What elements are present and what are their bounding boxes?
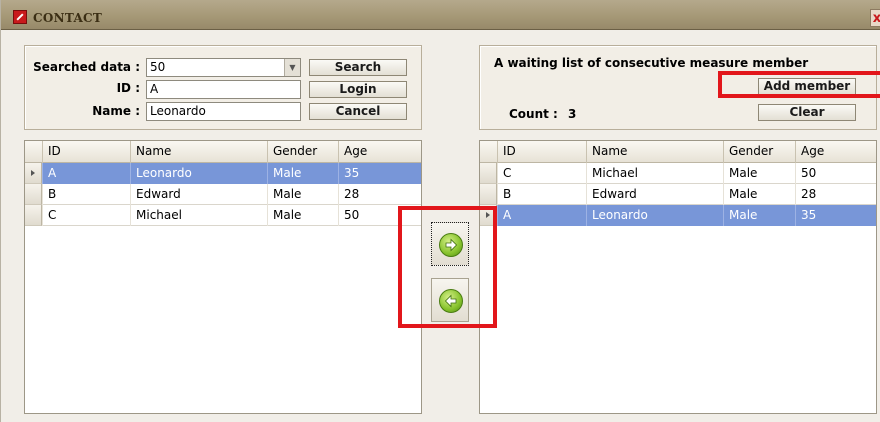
search-panel: Searched data : 50 ▼ ID : A Name : Leona… (24, 45, 422, 130)
grid-header: ID Name Gender Age (25, 141, 421, 163)
cell-gender: Male (723, 163, 795, 184)
cell-gender: Male (723, 205, 795, 226)
search-button[interactable]: Search (309, 59, 407, 76)
cell-name: Leonardo (586, 205, 723, 226)
login-button[interactable]: Login (309, 81, 407, 98)
title-bar[interactable]: CONTACT x (1, 0, 880, 30)
table-row[interactable]: A Leonardo Male 35 (480, 205, 876, 226)
cell-name: Edward (130, 184, 267, 205)
contact-window: CONTACT x Searched data : 50 ▼ ID : A Na… (0, 0, 880, 422)
column-header-id[interactable]: ID (42, 141, 130, 163)
highlight-transfer-buttons (398, 206, 497, 328)
waiting-list-grid[interactable]: ID Name Gender Age C Michael Male 50 B E… (479, 140, 877, 414)
row-selector[interactable] (480, 163, 497, 184)
column-header-name[interactable]: Name (130, 141, 267, 163)
table-row[interactable]: A Leonardo Male 35 (25, 163, 421, 184)
cell-id: C (497, 163, 586, 184)
cell-age: 50 (795, 163, 876, 184)
row-selector[interactable] (480, 184, 497, 205)
cell-id: C (42, 205, 130, 226)
id-label: ID : (116, 81, 140, 95)
cell-id: A (42, 163, 130, 184)
table-row[interactable]: C Michael Male 50 (25, 205, 421, 226)
table-row[interactable]: C Michael Male 50 (480, 163, 876, 184)
row-selector[interactable] (25, 184, 42, 205)
cell-age: 28 (338, 184, 421, 205)
app-logo-icon (13, 10, 27, 24)
cell-age: 35 (795, 205, 876, 226)
cell-gender: Male (267, 184, 338, 205)
table-row[interactable]: B Edward Male 28 (480, 184, 876, 205)
searched-data-combo[interactable]: 50 ▼ (146, 58, 301, 77)
cell-gender: Male (723, 184, 795, 205)
grid-header: ID Name Gender Age (480, 141, 876, 163)
chevron-down-icon[interactable]: ▼ (284, 59, 300, 76)
window-title: CONTACT (33, 11, 103, 25)
column-header-gender[interactable]: Gender (723, 141, 795, 163)
highlight-add-member (718, 71, 880, 98)
id-field[interactable]: A (146, 80, 301, 99)
column-header-age[interactable]: Age (338, 141, 421, 163)
name-label: Name : (92, 104, 140, 118)
cell-gender: Male (267, 205, 338, 226)
table-row[interactable]: B Edward Male 28 (25, 184, 421, 205)
row-selector[interactable] (25, 163, 42, 184)
row-selector[interactable] (25, 205, 42, 226)
waiting-list-title: A waiting list of consecutive measure me… (494, 56, 809, 70)
cell-gender: Male (267, 163, 338, 184)
cell-age: 28 (795, 184, 876, 205)
cell-id: B (42, 184, 130, 205)
count-label: Count : (509, 107, 558, 121)
cancel-button[interactable]: Cancel (309, 103, 407, 120)
column-header-gender[interactable]: Gender (267, 141, 338, 163)
count-value: 3 (568, 107, 577, 121)
cell-name: Leonardo (130, 163, 267, 184)
row-pointer-icon (31, 170, 35, 176)
cell-id: B (497, 184, 586, 205)
searched-data-label: Searched data : (33, 60, 140, 74)
cell-age: 35 (338, 163, 421, 184)
column-header-age[interactable]: Age (795, 141, 876, 163)
cell-id: A (497, 205, 586, 226)
cell-name: Edward (586, 184, 723, 205)
cell-name: Michael (130, 205, 267, 226)
column-header-name[interactable]: Name (586, 141, 723, 163)
cell-name: Michael (586, 163, 723, 184)
name-field[interactable]: Leonardo (146, 102, 301, 121)
clear-button[interactable]: Clear (758, 104, 856, 121)
close-button[interactable]: x (870, 9, 880, 27)
contacts-grid[interactable]: ID Name Gender Age A Leonardo Male 35 B … (24, 140, 422, 414)
column-header-id[interactable]: ID (497, 141, 586, 163)
searched-data-value: 50 (150, 60, 166, 74)
